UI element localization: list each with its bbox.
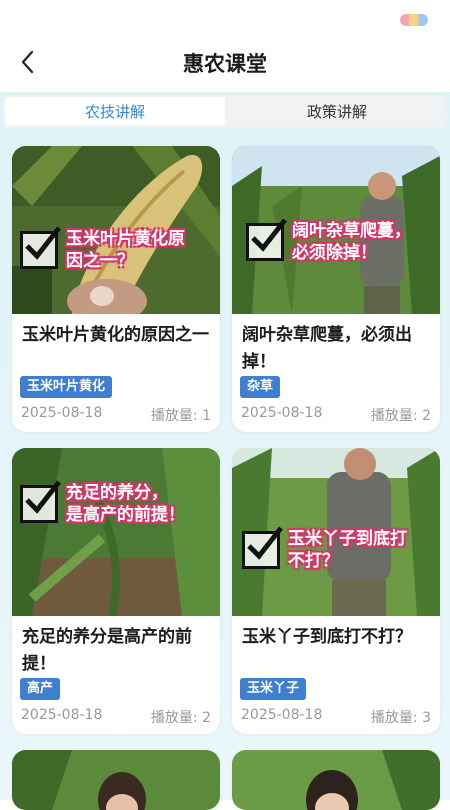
overlay-caption-line1: 玉米叶片黄化原: [66, 229, 185, 249]
publish-date: 2025-08-18: [21, 707, 103, 723]
tab-agri-tech[interactable]: 农技讲解: [5, 97, 225, 125]
thumbnail-image: [232, 750, 440, 810]
thumbnail-overlay: 充足的养分， 是高产的前提！: [20, 480, 185, 526]
video-thumbnail: [12, 750, 220, 810]
publish-date: 2025-08-18: [241, 405, 323, 421]
video-thumbnail: 玉米叶片黄化原 因之一？: [12, 146, 220, 314]
tab-bar: 农技讲解 政策讲解: [3, 95, 447, 127]
overlay-caption-line2: 不打？: [288, 551, 339, 571]
video-title: 阔叶杂草爬蔓，必须出掉！: [242, 325, 412, 372]
video-thumbnail: 充足的养分， 是高产的前提！: [12, 448, 220, 616]
video-card[interactable]: 玉米丫子到底打 不打？ 玉米丫子到底打不打？ 玉米丫子 2025-08-18 播…: [232, 448, 440, 734]
video-card[interactable]: 玉米叶片黄化原 因之一？ 玉米叶片黄化的原因之一 玉米叶片黄化 2025-08-…: [12, 146, 220, 432]
page-title: 惠农课堂: [183, 52, 267, 76]
content-area: 农技讲解 政策讲解 玉米叶片黄化原 因之一？ 玉米叶片黄化的原因之一 玉米叶片黄…: [0, 92, 450, 810]
topic-tag: 高产: [20, 678, 61, 700]
topic-tag: 杂草: [240, 376, 281, 398]
video-thumbnail: 玉米丫子到底打 不打？: [232, 448, 440, 616]
video-title: 玉米叶片黄化的原因之一: [22, 325, 209, 345]
video-title: 充足的养分是高产的前提！: [22, 627, 192, 674]
video-card[interactable]: 充足的养分， 是高产的前提！ 充足的养分是高产的前提！ 高产 2025-08-1…: [12, 448, 220, 734]
video-card[interactable]: 阔叶杂草爬蔓， 必须除掉！ 阔叶杂草爬蔓，必须出掉！ 杂草 2025-08-18…: [232, 146, 440, 432]
overlay-caption-line1: 玉米丫子到底打: [288, 529, 407, 549]
overlay-caption-line2: 因之一？: [66, 251, 134, 271]
play-count: 播放量: 2: [150, 710, 211, 726]
thumbnail-overlay: 阔叶杂草爬蔓， 必须除掉！: [246, 218, 411, 264]
thumbnail-overlay: 玉米叶片黄化原 因之一？: [20, 226, 185, 272]
thumbnail-overlay: 玉米丫子到底打 不打？: [242, 526, 407, 572]
video-card[interactable]: [12, 750, 220, 810]
topic-tag: 玉米叶片黄化: [20, 376, 113, 398]
overlay-caption-line2: 是高产的前提！: [66, 505, 185, 525]
publish-date: 2025-08-18: [21, 405, 103, 421]
thumbnail-image: [12, 750, 220, 810]
overlay-caption-line1: 阔叶杂草爬蔓，: [292, 221, 411, 241]
video-thumbnail: [232, 750, 440, 810]
checkmark-icon: [20, 480, 61, 523]
video-thumbnail: 阔叶杂草爬蔓， 必须除掉！: [232, 146, 440, 314]
play-count: 播放量: 1: [150, 408, 211, 424]
tab-policy[interactable]: 政策讲解: [227, 95, 447, 127]
checkmark-icon: [246, 218, 287, 261]
status-color-icon: [400, 14, 428, 26]
video-card[interactable]: [232, 750, 440, 810]
thumbnail-image: [12, 448, 220, 616]
top-bar: 惠农课堂: [0, 0, 450, 92]
play-count: 播放量: 2: [370, 408, 431, 424]
overlay-caption-line1: 充足的养分，: [66, 483, 168, 503]
video-title: 玉米丫子到底打不打？: [242, 627, 412, 647]
topic-tag: 玉米丫子: [240, 678, 307, 700]
overlay-caption-line2: 必须除掉！: [292, 243, 377, 263]
checkmark-icon: [242, 526, 283, 569]
play-count: 播放量: 3: [370, 710, 431, 726]
checkmark-icon: [20, 226, 61, 269]
publish-date: 2025-08-18: [241, 707, 323, 723]
